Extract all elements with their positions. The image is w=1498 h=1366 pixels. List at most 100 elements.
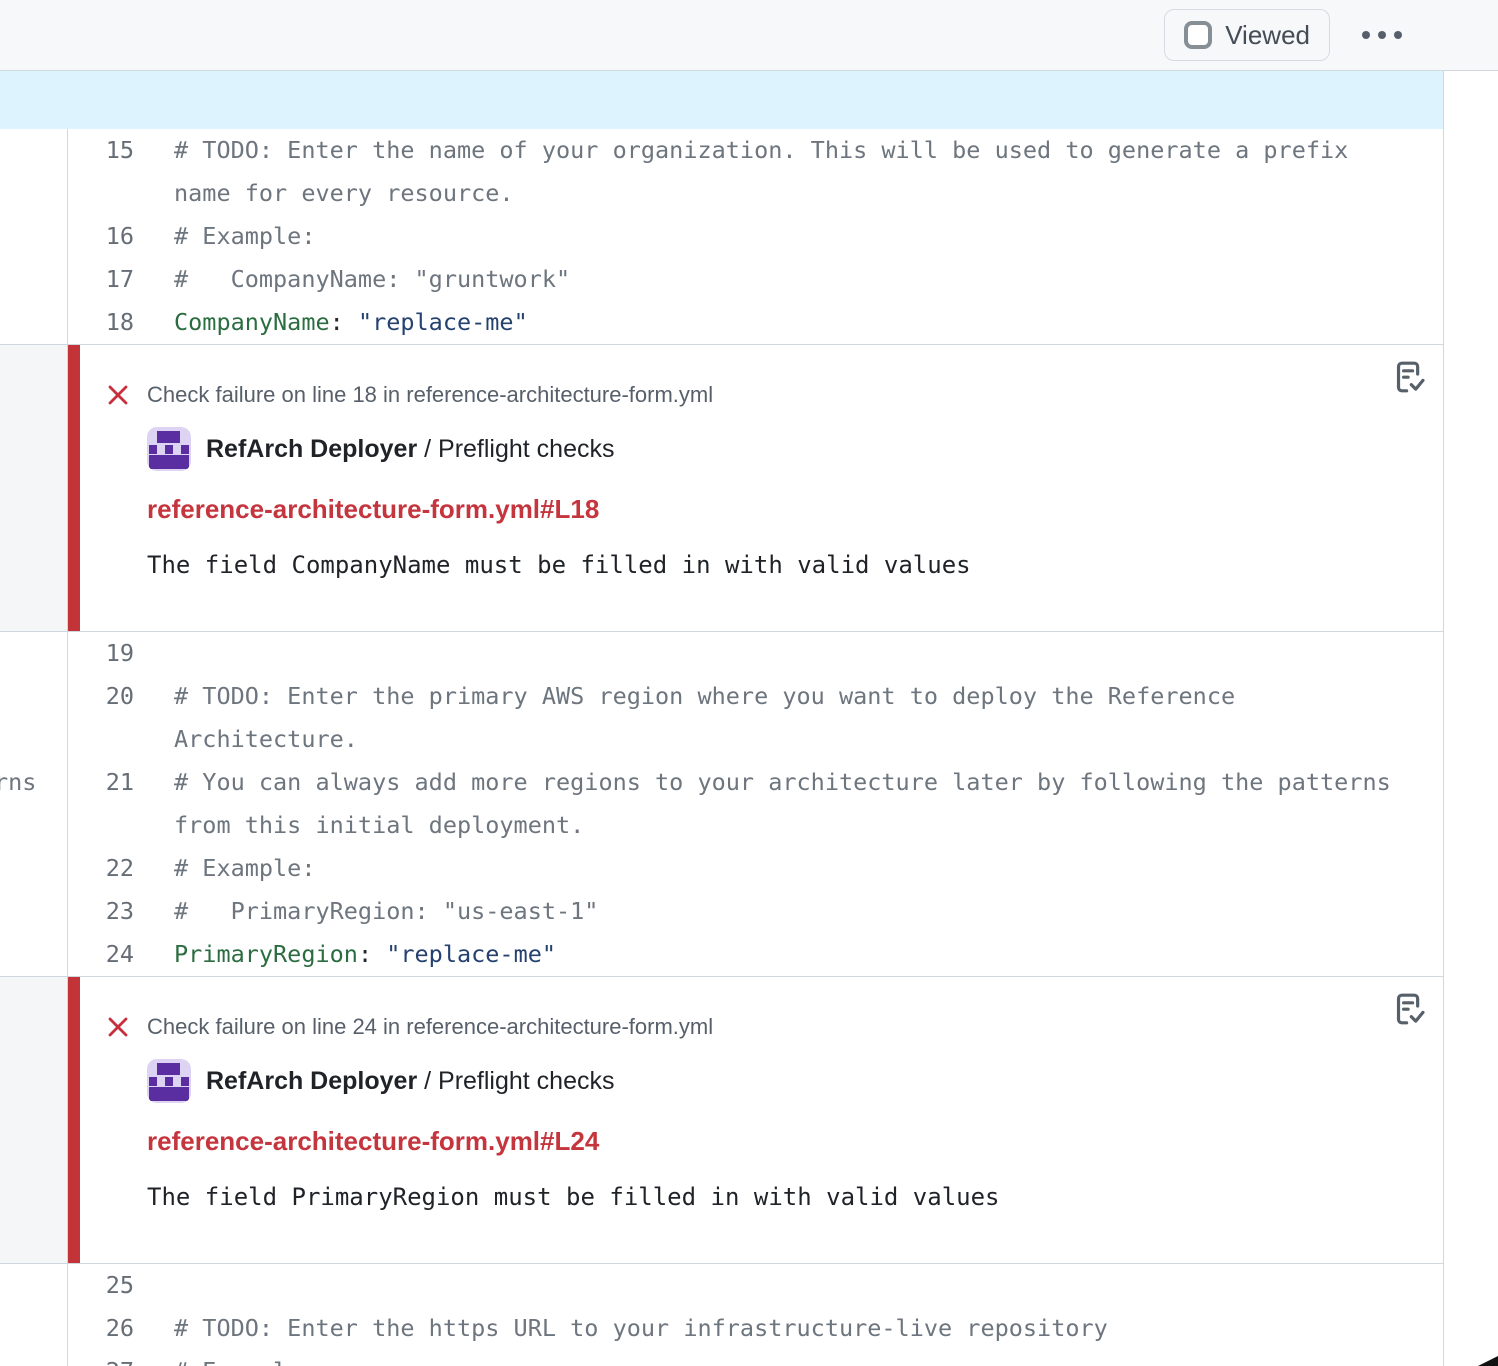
code-line-row: 18 CompanyName: "replace-me" (68, 301, 1443, 344)
code-token: PrimaryRegion (174, 940, 358, 968)
kebab-menu-button[interactable] (1352, 21, 1412, 49)
code-rows: 15 # TODO: Enter the name of your organi… (68, 129, 1443, 344)
annotation-failure-bar (68, 345, 80, 631)
line-number[interactable] (68, 172, 134, 215)
kebab-dot-icon (1378, 31, 1386, 39)
diff-view-screen: Viewed 15 # TODO: Enter the name of your… (0, 0, 1498, 1366)
checklist-icon-button[interactable] (1393, 992, 1427, 1029)
check-file-link[interactable]: reference-architecture-form.yml#L24 (147, 1126, 599, 1156)
code-token: name for every resource. (174, 179, 514, 207)
code-token: # Example: (174, 854, 315, 882)
refarch-deployer-avatar-icon (147, 1059, 191, 1103)
kebab-dot-icon (1394, 31, 1402, 39)
code-token: # TODO: Enter the https URL to your infr… (174, 1314, 1108, 1342)
code-section: rns 19 20 # TODO: Enter the primary AWS … (0, 632, 1443, 976)
code-text: # TODO: Enter the https URL to your infr… (134, 1307, 1443, 1350)
code-text: CompanyName: "replace-me" (134, 301, 1443, 344)
code-rows: 25 26 # TODO: Enter the https URL to you… (68, 1264, 1443, 1366)
code-text: # PrimaryRegion: "us-east-1" (134, 890, 1443, 933)
failure-x-icon (106, 383, 130, 407)
code-token: "replace-me" (386, 940, 556, 968)
code-token: # TODO: Enter the name of your organizat… (174, 136, 1348, 164)
failure-x-icon (106, 1015, 130, 1039)
code-line-row: 24 PrimaryRegion: "replace-me" (68, 933, 1443, 976)
line-number[interactable]: 27 (68, 1350, 134, 1366)
line-number[interactable]: 25 (68, 1264, 134, 1307)
code-token: # Example: (174, 222, 315, 250)
annotation-link-row: reference-architecture-form.yml#L18 (147, 494, 1373, 525)
code-token: : (330, 308, 358, 336)
line-number[interactable]: 16 (68, 215, 134, 258)
check-message: The field CompanyName must be filled in … (147, 551, 1373, 579)
code-token: : (358, 940, 386, 968)
check-run-row: RefArch Deployer / Preflight checks (147, 427, 1373, 471)
check-run-name: / Preflight checks (424, 435, 614, 463)
line-number[interactable]: 22 (68, 847, 134, 890)
left-diff-column (0, 1264, 68, 1366)
code-line-row: 22 # Example: (68, 847, 1443, 890)
code-line-row: 26 # TODO: Enter the https URL to your i… (68, 1307, 1443, 1350)
viewed-button[interactable]: Viewed (1164, 9, 1330, 61)
check-run-name: / Preflight checks (424, 1067, 614, 1095)
code-token: # TODO: Enter the primary AWS region whe… (174, 682, 1235, 710)
check-failure-text: Check failure on line 24 in reference-ar… (147, 1014, 713, 1040)
code-token: Architecture. (174, 725, 358, 753)
code-token: CompanyName (174, 308, 330, 336)
left-column-overlay-text: rns (0, 761, 36, 804)
refarch-deployer-avatar-icon (147, 427, 191, 471)
diff-body: 15 # TODO: Enter the name of your organi… (0, 71, 1444, 1366)
line-number[interactable] (68, 804, 134, 847)
line-number[interactable]: 18 (68, 301, 134, 344)
code-text: PrimaryRegion: "replace-me" (134, 933, 1443, 976)
code-text: # TODO: Enter the primary AWS region whe… (134, 675, 1443, 718)
check-run-title: RefArch Deployer / Preflight checks (206, 1067, 614, 1096)
check-failure-text: Check failure on line 18 in reference-ar… (147, 382, 713, 408)
code-rows: 19 20 # TODO: Enter the primary AWS regi… (68, 632, 1443, 976)
check-app-name: RefArch Deployer (206, 1067, 417, 1095)
line-number[interactable]: 15 (68, 129, 134, 172)
check-app-name: RefArch Deployer (206, 435, 417, 463)
line-number[interactable]: 26 (68, 1307, 134, 1350)
code-line-row: name for every resource. (68, 172, 1443, 215)
code-token: "replace-me" (358, 308, 528, 336)
diff-sections: 15 # TODO: Enter the name of your organi… (0, 129, 1443, 1366)
code-token: # You can always add more regions to you… (174, 768, 1391, 796)
check-message: The field PrimaryRegion must be filled i… (147, 1183, 1373, 1211)
line-number[interactable]: 23 (68, 890, 134, 933)
checklist-icon-button[interactable] (1393, 360, 1427, 397)
viewed-checkbox-icon[interactable] (1184, 21, 1212, 49)
code-section: 25 26 # TODO: Enter the https URL to you… (0, 1264, 1443, 1366)
file-header: Viewed (0, 0, 1498, 71)
code-text: # TODO: Enter the name of your organizat… (134, 129, 1443, 172)
checklist-icon (1393, 992, 1427, 1026)
line-number[interactable] (68, 718, 134, 761)
code-line-row: from this initial deployment. (68, 804, 1443, 847)
left-diff-column (0, 345, 68, 631)
line-number[interactable]: 17 (68, 258, 134, 301)
annotation-header-row: Check failure on line 24 in reference-ar… (106, 1014, 1373, 1040)
check-annotation: Check failure on line 18 in reference-ar… (0, 344, 1443, 632)
line-number[interactable]: 20 (68, 675, 134, 718)
annotation-content: Check failure on line 18 in reference-ar… (80, 345, 1443, 631)
check-annotation: Check failure on line 24 in reference-ar… (0, 976, 1443, 1264)
code-token: from this initial deployment. (174, 811, 584, 839)
code-section: 15 # TODO: Enter the name of your organi… (0, 129, 1443, 344)
kebab-dot-icon (1362, 31, 1370, 39)
code-text (134, 1264, 1443, 1307)
cursor-artifact (1478, 1356, 1498, 1366)
code-line-row: 23 # PrimaryRegion: "us-east-1" (68, 890, 1443, 933)
code-line-row: 19 (68, 632, 1443, 675)
check-file-link[interactable]: reference-architecture-form.yml#L18 (147, 494, 599, 524)
code-line-row: Architecture. (68, 718, 1443, 761)
check-annotation-main: Check failure on line 18 in reference-ar… (68, 345, 1443, 631)
line-number[interactable]: 19 (68, 632, 134, 675)
code-line-row: 27 # Example: (68, 1350, 1443, 1366)
code-line-row: 20 # TODO: Enter the primary AWS region … (68, 675, 1443, 718)
annotation-header-row: Check failure on line 18 in reference-ar… (106, 382, 1373, 408)
left-diff-column: rns (0, 632, 68, 976)
left-diff-column (0, 977, 68, 1263)
annotation-failure-bar (68, 977, 80, 1263)
line-number[interactable]: 24 (68, 933, 134, 976)
line-number[interactable]: 21 (68, 761, 134, 804)
code-token: # CompanyName: "gruntwork" (174, 265, 570, 293)
